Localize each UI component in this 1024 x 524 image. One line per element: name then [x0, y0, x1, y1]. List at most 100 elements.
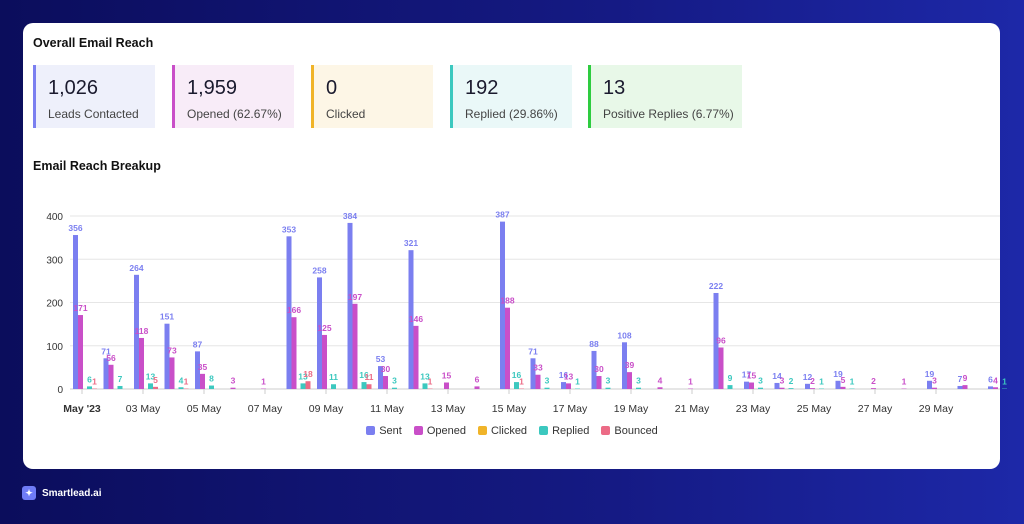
legend-item-sent[interactable]: Sent	[366, 425, 402, 437]
data-label: 151	[160, 312, 174, 322]
bar-opened	[169, 357, 175, 389]
x-tick-label: 15 May	[492, 403, 527, 415]
bar-sent	[317, 277, 322, 389]
data-label: 146	[409, 314, 423, 324]
x-tick-label: 29 May	[919, 403, 954, 415]
bar-replied	[209, 385, 214, 389]
brand-name: Smartlead.ai	[42, 487, 102, 499]
data-label: 9	[728, 373, 733, 383]
data-label: 11	[365, 372, 374, 382]
data-label: 96	[716, 335, 726, 345]
data-label: 258	[312, 265, 326, 275]
bar-opened	[139, 337, 144, 389]
data-label: 88	[589, 339, 599, 349]
bar-replied	[117, 385, 123, 389]
bar-opened	[413, 325, 419, 389]
y-tick-label: 0	[57, 385, 63, 396]
bar-opened	[871, 388, 876, 389]
data-label: 2	[810, 376, 815, 386]
bar-replied	[788, 388, 794, 389]
legend-swatch	[601, 426, 611, 435]
data-label: 53	[376, 354, 386, 364]
data-label: 222	[709, 281, 723, 291]
data-label: 125	[317, 323, 331, 333]
bar-bounced	[153, 386, 158, 389]
data-label: 1	[261, 377, 266, 387]
data-label: 197	[348, 292, 362, 302]
data-label: 1	[428, 377, 433, 387]
legend-swatch	[366, 426, 376, 435]
x-tick-label: 11 May	[370, 403, 404, 415]
data-label: 387	[495, 210, 509, 220]
x-tick-label: 21 May	[675, 403, 710, 415]
bar-opened	[444, 382, 449, 389]
data-label: 18	[303, 369, 313, 379]
bar-opened	[596, 376, 602, 389]
bar-opened	[108, 364, 114, 389]
data-label: 15	[747, 371, 757, 381]
bar-opened	[505, 307, 510, 389]
legend-item-opened[interactable]: Opened	[413, 425, 466, 437]
bar-sent	[164, 323, 170, 389]
data-label: 3	[231, 376, 236, 386]
x-tick-label: 17 May	[553, 403, 588, 415]
data-label: 3	[780, 376, 785, 386]
x-tick-label: 27 May	[858, 403, 893, 415]
data-label: 30	[594, 364, 604, 374]
x-tick-label: 13 May	[431, 403, 466, 415]
bar-opened	[322, 334, 327, 389]
bar-opened	[566, 383, 571, 389]
data-label: 166	[287, 305, 301, 315]
data-label: 2	[871, 376, 876, 386]
bar-replied	[361, 382, 367, 389]
bar-replied	[605, 387, 611, 389]
data-label: 1	[575, 377, 580, 387]
data-label: 118	[135, 326, 149, 336]
x-tick-label: 19 May	[614, 403, 649, 415]
bar-replied	[758, 387, 763, 389]
x-tick-label: 25 May	[797, 403, 832, 415]
data-label: 6	[475, 374, 480, 384]
bar-replied	[300, 383, 306, 389]
legend-item-replied[interactable]: Replied	[539, 425, 589, 437]
y-tick-label: 200	[46, 299, 63, 310]
data-label: 8	[209, 374, 214, 384]
legend-label: Clicked	[490, 425, 528, 437]
data-label: 35	[198, 362, 208, 372]
bar-replied	[178, 387, 184, 389]
data-label: 1	[1002, 377, 1007, 387]
bar-bounced	[366, 384, 372, 389]
bar-opened	[718, 347, 724, 389]
x-tick-label: 23 May	[736, 403, 771, 415]
data-label: 3	[545, 376, 550, 386]
bar-sent	[957, 385, 963, 389]
y-tick-label: 100	[46, 342, 63, 353]
y-tick-label: 400	[46, 212, 63, 223]
bar-opened	[200, 373, 205, 389]
data-label: 353	[282, 224, 296, 234]
x-tick-label: 07 May	[248, 403, 283, 415]
legend-label: Opened	[426, 425, 466, 437]
data-label: 1	[92, 377, 97, 387]
bar-opened	[962, 385, 968, 389]
email-reach-chart: 0 100 200 300 400 May '23 03 May 05 May 07 May 09…	[46, 210, 1007, 415]
bar-sent	[744, 381, 749, 389]
data-label: 108	[617, 330, 631, 340]
data-label: 73	[167, 345, 177, 355]
legend-item-bounced[interactable]: Bounced	[601, 425, 658, 437]
data-label: 1	[688, 377, 693, 387]
data-label: 264	[129, 263, 143, 273]
data-label: 1	[819, 377, 824, 387]
data-label: 4	[658, 375, 663, 385]
data-label: 3	[758, 376, 763, 386]
bar-opened	[840, 386, 846, 389]
data-label: 188	[500, 296, 514, 306]
bar-replied	[636, 387, 641, 389]
legend-item-clicked[interactable]: Clicked	[477, 425, 528, 437]
data-label: 5	[153, 375, 158, 385]
bar-opened	[657, 387, 663, 389]
bar-opened	[383, 376, 388, 389]
legend-label: Sent	[379, 425, 402, 437]
bar-opened	[535, 374, 541, 389]
bar-opened	[993, 387, 998, 389]
